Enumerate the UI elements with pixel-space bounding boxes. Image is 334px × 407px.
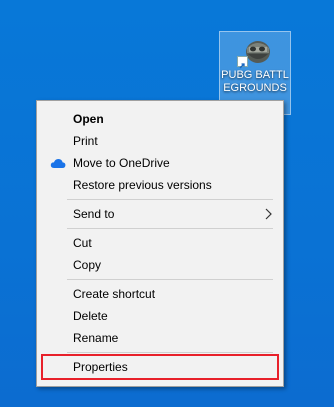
- menu-separator: [67, 228, 273, 229]
- menu-item-send-to[interactable]: Send to: [38, 203, 282, 225]
- menu-item-cut[interactable]: Cut: [38, 232, 282, 254]
- menu-item-rename[interactable]: Rename: [38, 327, 282, 349]
- menu-item-label: Move to OneDrive: [73, 156, 170, 170]
- menu-item-open[interactable]: Open: [38, 108, 282, 130]
- menu-item-move-to-onedrive[interactable]: Move to OneDrive: [38, 152, 282, 174]
- menu-item-label: Copy: [73, 258, 102, 272]
- shortcut-arrow-icon: [237, 56, 248, 69]
- menu-item-label: Create shortcut: [73, 287, 156, 301]
- menu-item-label: Send to: [73, 207, 115, 221]
- menu-item-label: Open: [73, 112, 104, 126]
- menu-item-label: Restore previous versions: [73, 178, 212, 192]
- menu-separator: [67, 352, 273, 353]
- properties-highlight-box: [41, 354, 279, 380]
- onedrive-cloud-icon: [50, 159, 66, 168]
- menu-item-copy[interactable]: Copy: [38, 254, 282, 276]
- menu-item-label: Cut: [73, 236, 92, 250]
- menu-item-restore-previous-versions[interactable]: Restore previous versions: [38, 174, 282, 196]
- menu-separator: [67, 279, 273, 280]
- desktop-icon-label: PUBG BATTLEGROUNDS: [221, 69, 289, 94]
- chevron-right-icon: [265, 208, 272, 220]
- menu-item-label: Delete: [73, 309, 108, 323]
- menu-item-label: Print: [73, 134, 98, 148]
- menu-item-create-shortcut[interactable]: Create shortcut: [38, 283, 282, 305]
- menu-item-print[interactable]: Print: [38, 130, 282, 152]
- menu-separator: [67, 199, 273, 200]
- menu-item-label: Rename: [73, 331, 119, 345]
- context-menu: Open Print Move to OneDrive Restore prev…: [36, 100, 284, 387]
- menu-item-delete[interactable]: Delete: [38, 305, 282, 327]
